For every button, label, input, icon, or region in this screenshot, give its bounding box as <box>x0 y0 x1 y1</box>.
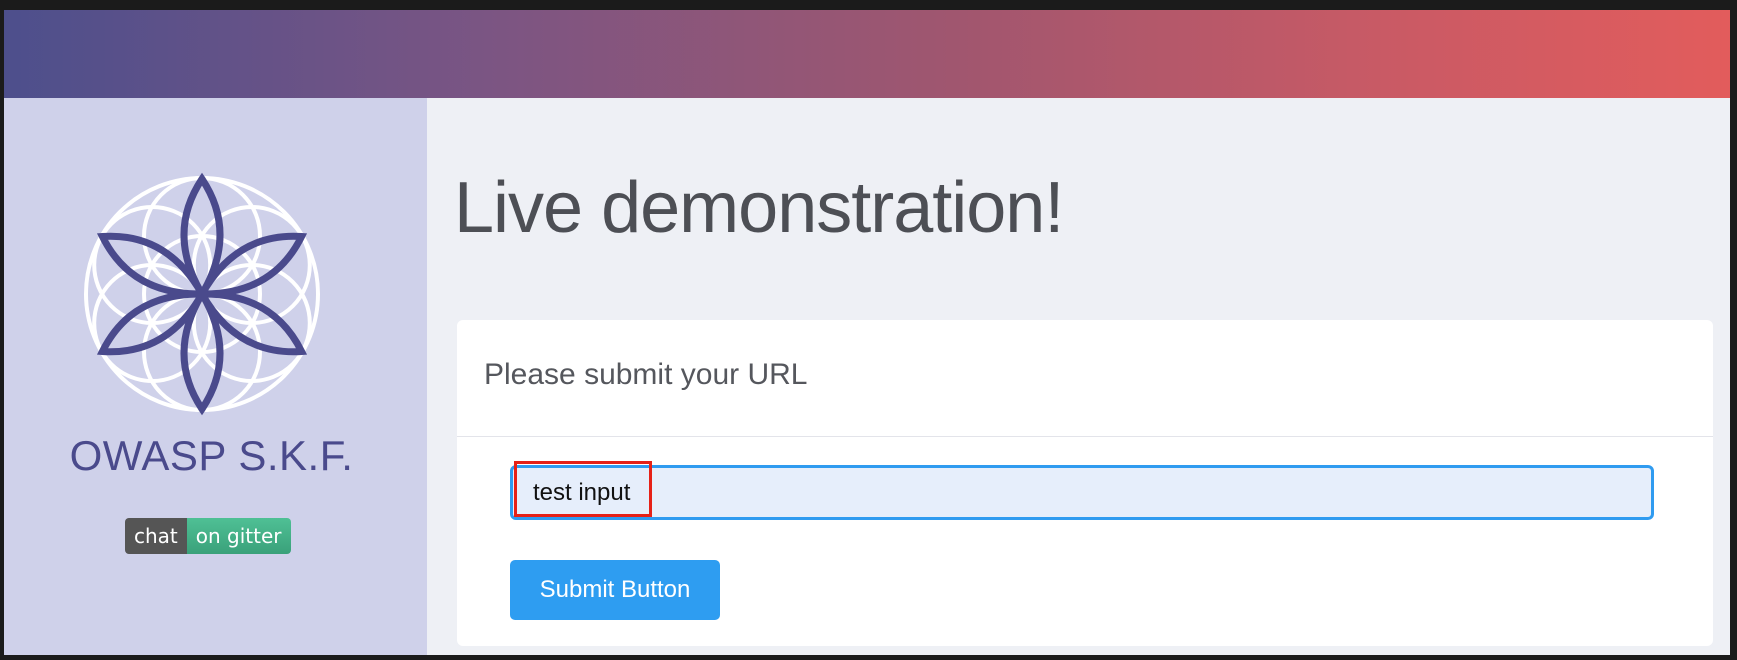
badge-label: chat <box>125 518 187 554</box>
brand-name: OWASP S.K.F. <box>69 432 354 479</box>
page-title: Live demonstration! <box>454 168 1064 248</box>
sidebar: OWASP S.K.F. chat on gitter <box>4 98 427 655</box>
gitter-chat-badge[interactable]: chat on gitter <box>125 518 291 554</box>
card-title: Please submit your URL <box>484 358 808 391</box>
submit-button[interactable]: Submit Button <box>510 560 720 620</box>
url-form-card: Please submit your URL Submit Button <box>457 320 1713 646</box>
main-content: Live demonstration! Please submit your U… <box>427 98 1730 655</box>
badge-message: on gitter <box>186 518 291 554</box>
card-header: Please submit your URL <box>457 320 1713 437</box>
app-window: OWASP S.K.F. chat on gitter Live demonst… <box>4 10 1730 655</box>
url-input[interactable] <box>510 465 1654 520</box>
header-bar <box>4 10 1730 98</box>
flower-of-life-icon <box>84 172 320 416</box>
